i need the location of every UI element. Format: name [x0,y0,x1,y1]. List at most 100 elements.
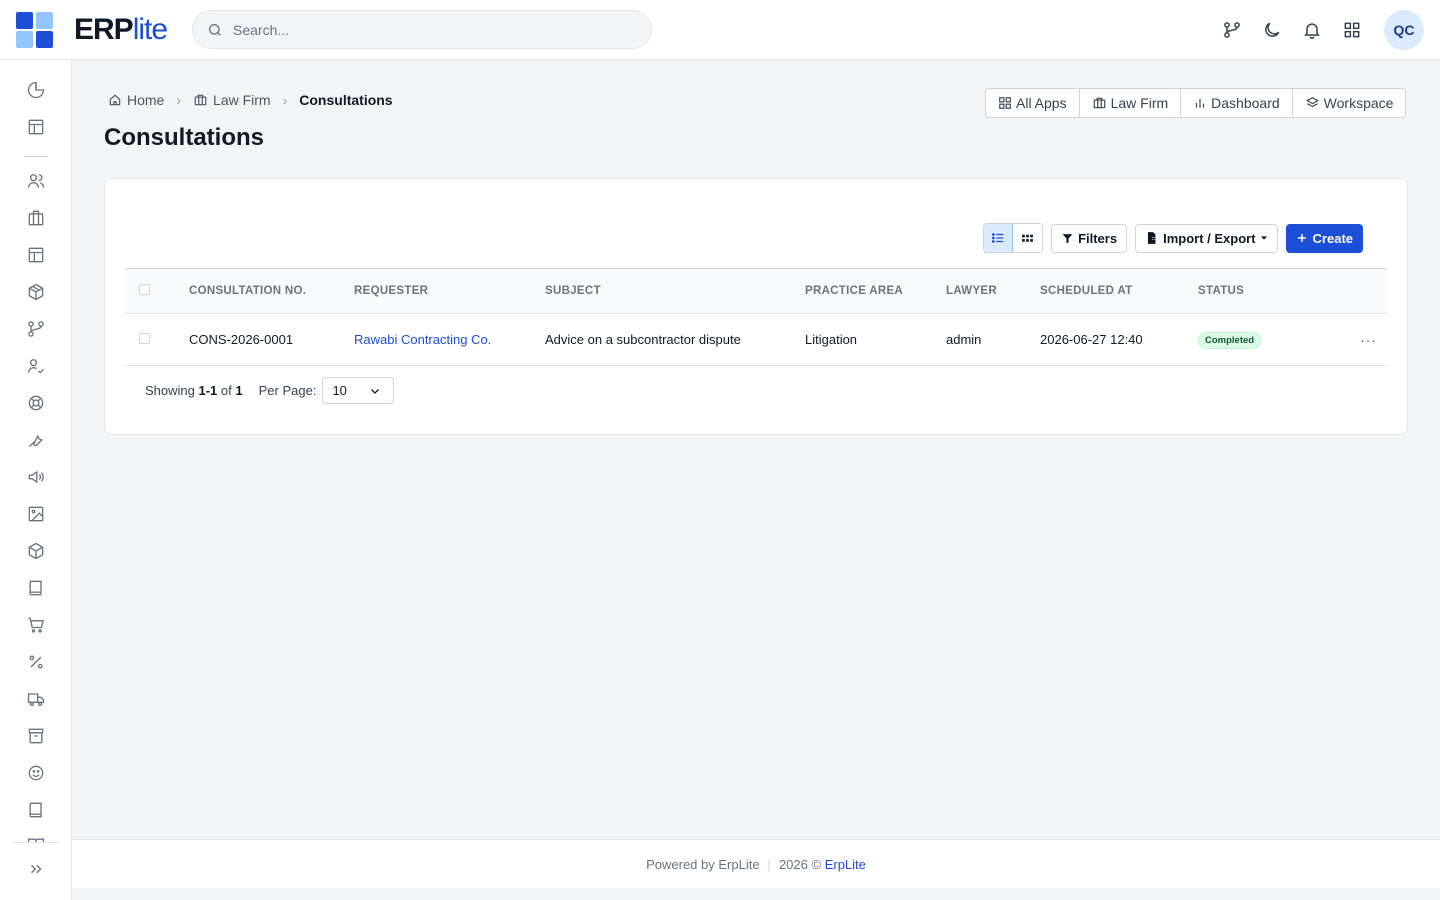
package-icon [28,283,44,301]
list-toolbar: Filters Import / Export Create [983,223,1363,253]
table-icon [28,247,44,263]
breadcrumb-current: Consultations [299,92,392,108]
home-icon [109,94,121,106]
cell-consultation-no: CONS-2026-0001 [189,332,294,347]
breadcrumb-law-firm[interactable]: Law Firm [193,92,271,108]
filters-label: Filters [1078,230,1118,246]
brand-name-main: ERP [74,13,134,46]
file-export-icon [1147,232,1157,244]
sidebar-item-archive[interactable] [24,724,48,748]
sidebar-item-cart[interactable] [24,613,48,637]
logo-icon[interactable] [16,12,53,48]
layout-icon [28,119,44,135]
column-practice-area[interactable]: PRACTICE AREA [805,269,946,314]
sidebar-item-table[interactable] [24,243,48,267]
wrench-icon [28,435,43,448]
sidebar-item-package[interactable] [24,280,48,304]
footer-brand-link[interactable]: ErpLite [825,857,866,872]
sidebar-item-briefcase[interactable] [24,206,48,230]
column-subject[interactable]: SUBJECT [545,269,805,314]
sidebar-item-tools[interactable] [24,428,48,452]
plus-icon [1297,234,1306,242]
breadcrumb-home-label: Home [127,92,165,108]
sidebar-item-workflow[interactable] [24,317,48,341]
per-page-label: Per Page: [258,383,317,398]
cell-requester-link[interactable]: Rawabi Contracting Co. [354,332,491,347]
chevrons-right-icon [31,864,42,874]
dashboard-button[interactable]: Dashboard [1181,89,1293,117]
import-export-label: Import / Export [1163,230,1256,246]
breadcrumb-separator: › [176,92,182,108]
pagination-range: 1-1 [198,383,218,398]
column-consultation-no[interactable]: CONSULTATION NO. [189,269,354,314]
law-firm-label: Law Firm [1110,95,1169,111]
list-view-button[interactable] [984,224,1014,252]
sidebar-item-user-check[interactable] [24,354,48,378]
breadcrumb-home[interactable]: Home [108,92,164,108]
sidebar-item-inventory[interactable] [24,539,48,563]
import-export-button[interactable]: Import / Export [1135,223,1278,253]
create-button[interactable]: Create [1285,223,1363,253]
chevron-down-icon [371,388,380,394]
view-toggle [983,223,1044,253]
user-check-icon [27,359,44,374]
list-icon [992,233,1004,243]
lifebuoy-icon [28,395,44,411]
global-search[interactable] [192,10,652,49]
brand-logo-text[interactable]: ERPlite [74,13,168,46]
create-label: Create [1312,230,1353,246]
column-lawyer[interactable]: LAWYER [946,269,1040,314]
pagination-prefix: Showing [145,383,195,398]
apps-grid-icon[interactable] [1340,14,1364,46]
pagination-total: 1 [235,383,243,398]
layers-icon [1305,97,1319,108]
moon-icon[interactable] [1260,14,1284,46]
table-row[interactable]: CONS-2026-0001 Rawabi Contracting Co. Ad… [125,314,1387,366]
column-scheduled-at[interactable]: SCHEDULED AT [1040,269,1198,314]
sidebar-item-users[interactable] [24,169,48,193]
grid-view-button[interactable] [1013,224,1043,252]
row-actions-icon[interactable]: ··· [1360,332,1377,348]
law-firm-button[interactable]: Law Firm [1080,89,1182,117]
percent-icon [29,655,43,669]
footer-powered-by: Powered by ErpLite [646,856,760,872]
sidebar-item-book[interactable] [24,576,48,600]
sidebar-item-dashboard[interactable] [24,78,48,102]
select-all-checkbox[interactable] [139,284,150,295]
sidebar-item-shipping[interactable] [24,687,48,711]
sidebar-item-support[interactable] [24,391,48,415]
consultations-table-wrapper: CONSULTATION NO. REQUESTER SUBJECT PRACT… [125,268,1387,366]
cube-icon [28,542,44,560]
filter-icon [1062,233,1073,243]
workspace-label: Workspace [1323,95,1394,111]
sidebar-item-feedback[interactable] [24,761,48,785]
per-page-select[interactable]: 10 [322,377,395,404]
search-icon [209,23,221,36]
row-checkbox[interactable] [139,333,150,344]
consultations-table: CONSULTATION NO. REQUESTER SUBJECT PRACT… [125,268,1387,366]
column-actions [1347,269,1387,314]
bell-icon[interactable] [1300,14,1324,46]
filters-button[interactable]: Filters [1051,223,1128,253]
sidebar-item-discounts[interactable] [24,650,48,674]
users-icon [27,174,45,188]
user-avatar[interactable]: QC [1384,10,1424,50]
all-apps-button[interactable]: All Apps [986,89,1080,117]
sidebar-item-marketing[interactable] [24,465,48,489]
git-branch-icon[interactable] [1220,14,1244,46]
sidebar-item-docs[interactable] [24,798,48,822]
pagination-of: of [220,383,232,398]
search-input[interactable] [233,21,613,38]
column-requester[interactable]: REQUESTER [354,269,545,314]
sidebar-expand-button[interactable] [24,857,48,881]
column-status[interactable]: STATUS [1198,269,1347,314]
truck-icon [27,693,45,707]
sidebar-item-media[interactable] [24,502,48,526]
building-icon [1093,97,1105,109]
sidebar-item-layout[interactable] [24,115,48,139]
workspace-button[interactable]: Workspace [1293,89,1406,117]
git-branch-icon [28,321,44,337]
status-badge: Completed [1198,331,1262,349]
cell-lawyer: admin [946,332,982,347]
sidebar [0,60,72,900]
